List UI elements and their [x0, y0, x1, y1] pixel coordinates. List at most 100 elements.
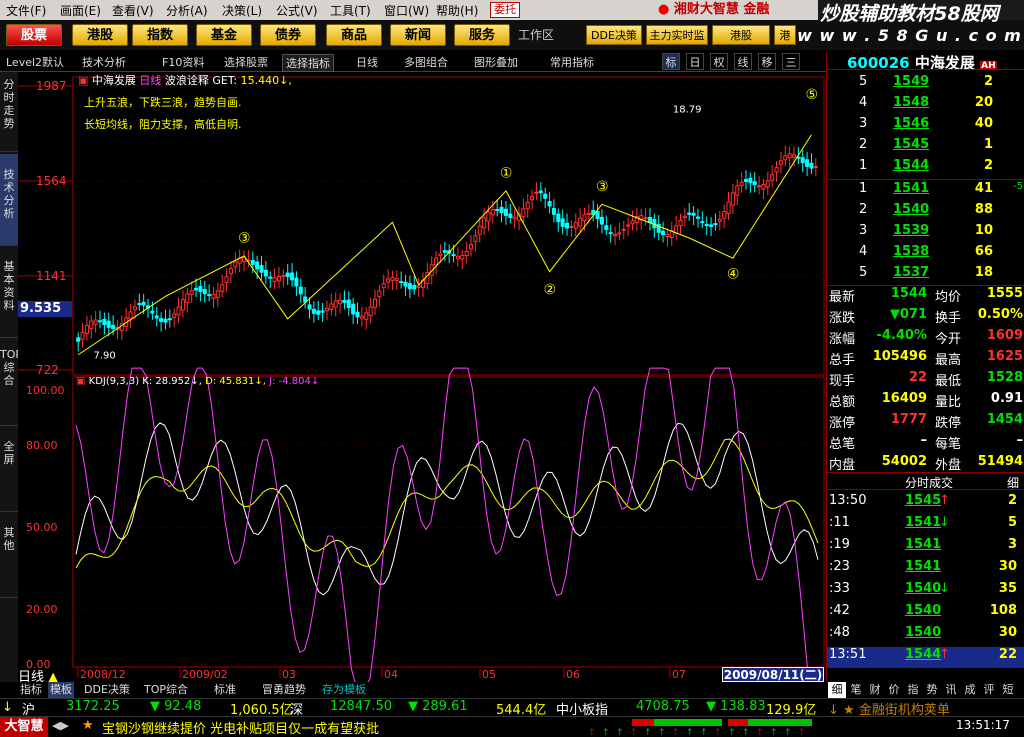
- rp-tab[interactable]: 笔: [847, 682, 865, 698]
- toolbar-mark-icon[interactable]: 标: [662, 53, 680, 70]
- toolbar-f10[interactable]: F10资料: [162, 54, 204, 70]
- menu-view-screen[interactable]: 画面(E): [60, 2, 101, 19]
- toolbar-tech-analysis[interactable]: 技术分析: [82, 54, 126, 70]
- bottom-tab-dde[interactable]: DDE决策: [84, 682, 130, 698]
- toolbar-move-icon[interactable]: 移: [758, 53, 776, 70]
- ticks-detail[interactable]: 细: [1007, 474, 1019, 491]
- side-tab-top[interactable]: TOP综合: [0, 340, 22, 426]
- rp-tab[interactable]: 指: [904, 682, 922, 698]
- nav-hk-extra[interactable]: 港: [774, 25, 796, 45]
- bid-row[interactable]: 4 1538 66: [827, 244, 1024, 265]
- entrust-button[interactable]: 委托: [490, 2, 520, 18]
- tick-row[interactable]: :42 1540 108: [827, 603, 1024, 624]
- menu-decision[interactable]: 决策(L): [222, 2, 262, 19]
- bid-row[interactable]: 2 1540 88: [827, 202, 1024, 223]
- toolbar-level2[interactable]: Level2默认: [6, 54, 64, 70]
- rp-tab[interactable]: 成: [961, 682, 979, 698]
- toolbar-menu-icon[interactable]: 三: [782, 53, 800, 70]
- status-news[interactable]: 宝钢沙钢继续提价 光电补贴项目仅一成有望获批: [102, 718, 379, 737]
- ask-row[interactable]: 3 1546 40: [827, 116, 1024, 137]
- nav-dde-decision[interactable]: DDE决策: [586, 25, 642, 45]
- tick-row[interactable]: :48 1540 30: [827, 625, 1024, 646]
- menu-file[interactable]: 文件(F): [6, 2, 46, 19]
- bottom-tab-template[interactable]: 模板: [48, 682, 74, 698]
- menu-view[interactable]: 查看(V): [112, 2, 154, 19]
- tick-row[interactable]: 13:50 1545 ↑ 2: [827, 493, 1024, 514]
- stat-value: 51494: [977, 454, 1023, 469]
- ask-row[interactable]: 1 1544 2: [827, 158, 1024, 179]
- ask-row[interactable]: 5 1549 2: [827, 74, 1024, 95]
- toolbar-overlay[interactable]: 图形叠加: [474, 54, 518, 70]
- rp-tab[interactable]: 评: [980, 682, 998, 698]
- menu-help[interactable]: 帮助(H): [436, 2, 478, 19]
- stat-label: 内盘: [829, 458, 856, 473]
- menu-formula[interactable]: 公式(V): [276, 2, 318, 19]
- bottom-tab-top[interactable]: TOP综合: [144, 682, 188, 698]
- toolbar-daily[interactable]: 日线: [356, 54, 378, 70]
- toolbar-common-indicators[interactable]: 常用指标: [550, 54, 594, 70]
- nav-button-service[interactable]: 服务: [454, 24, 510, 46]
- side-tab-other[interactable]: 其他: [0, 514, 18, 598]
- rp-tab[interactable]: 讯: [942, 682, 960, 698]
- nav-button-stocks[interactable]: 股票: [6, 24, 62, 46]
- nav-button-index[interactable]: 指数: [132, 24, 188, 46]
- kdj-close-icon[interactable]: ▣: [76, 376, 85, 387]
- tick-row[interactable]: 13:51 1544 ↑ 22: [827, 647, 1024, 668]
- menu-analysis[interactable]: 分析(A): [166, 2, 208, 19]
- nav-main-monitor[interactable]: 主力实时监: [646, 25, 708, 45]
- nav-workarea[interactable]: 工作区: [518, 24, 554, 46]
- chart-close-icon[interactable]: ▣: [78, 74, 88, 87]
- toolbar-select-stock[interactable]: 选择股票: [224, 54, 268, 70]
- toolbar-multi-chart[interactable]: 多图组合: [404, 54, 448, 70]
- bottom-tab-save-template[interactable]: 存为模板: [322, 682, 366, 698]
- tick-row[interactable]: :11 1541 ↓ 5: [827, 515, 1024, 536]
- kdj-axis-label: 20.00: [26, 603, 58, 616]
- toolbar-line-icon[interactable]: 线: [734, 53, 752, 70]
- candle-body: [311, 308, 316, 314]
- rp-tab[interactable]: 细: [828, 682, 846, 698]
- bottom-tab-indicator[interactable]: 指标: [20, 682, 42, 698]
- bottom-tab-trend[interactable]: 冒勇趋势: [262, 682, 306, 698]
- nav-button-fund[interactable]: 基金: [196, 24, 252, 46]
- nav-button-bond[interactable]: 债券: [260, 24, 316, 46]
- tick-row[interactable]: :19 1541 3: [827, 537, 1024, 558]
- chart-area[interactable]: ③ ① ③ ⑤ ② ④ 18.79 7.90 1987 1564 1141 722 100.00 80…: [18, 72, 826, 685]
- candle-body: [351, 303, 356, 315]
- ask-level: 4: [859, 95, 868, 110]
- status-mini-arrow-icon: ↑: [784, 728, 792, 736]
- rp-tab[interactable]: 短: [999, 682, 1017, 698]
- candle-body: [525, 201, 530, 210]
- bid-row[interactable]: 5 1537 18: [827, 265, 1024, 286]
- tick-row[interactable]: :23 1541 30: [827, 559, 1024, 580]
- toolbar-select-indicator[interactable]: 选择指标: [282, 54, 334, 72]
- rp-tab[interactable]: 势: [923, 682, 941, 698]
- bottom-tab-standard[interactable]: 标准: [214, 682, 236, 698]
- ask-row[interactable]: 4 1548 20: [827, 95, 1024, 116]
- side-tab-fullscreen[interactable]: 全屏: [0, 428, 18, 512]
- bid-row[interactable]: 3 1539 10: [827, 223, 1024, 244]
- ask-volume: 20: [974, 95, 993, 110]
- status-mini-arrow-icon: ↑: [658, 728, 666, 736]
- status-logo[interactable]: 大智慧: [0, 717, 48, 737]
- nav-button-news[interactable]: 新闻: [390, 24, 446, 46]
- bid-row[interactable]: 1 1541 41 -5: [827, 181, 1024, 202]
- ask-row[interactable]: 2 1545 1: [827, 137, 1024, 158]
- nav-button-hk[interactable]: 港股: [72, 24, 128, 46]
- side-tab-intraday[interactable]: 分时走势: [0, 72, 18, 152]
- side-tab-fundamentals[interactable]: 基本资料: [0, 248, 18, 338]
- menu-window[interactable]: 窗口(W): [384, 2, 429, 19]
- status-nav-arrows-icon[interactable]: ◀▶: [52, 719, 69, 732]
- candle-body: [687, 212, 692, 215]
- toolbar-day-icon[interactable]: 日: [686, 53, 704, 70]
- side-tab-technical[interactable]: 技术分析: [0, 154, 18, 246]
- nav-button-commodity[interactable]: 商品: [326, 24, 382, 46]
- tick-row[interactable]: :33 1540 ↓ 35: [827, 581, 1024, 602]
- nav-hk-small[interactable]: 港股: [712, 25, 770, 45]
- toolbar-rights-icon[interactable]: 权: [710, 53, 728, 70]
- tick-price: 1540: [905, 581, 942, 596]
- rp-tab[interactable]: 价: [885, 682, 903, 698]
- bid-level: 4: [859, 244, 868, 259]
- candle-body: [770, 174, 775, 181]
- menu-tools[interactable]: 工具(T): [330, 2, 371, 19]
- rp-tab[interactable]: 财: [866, 682, 884, 698]
